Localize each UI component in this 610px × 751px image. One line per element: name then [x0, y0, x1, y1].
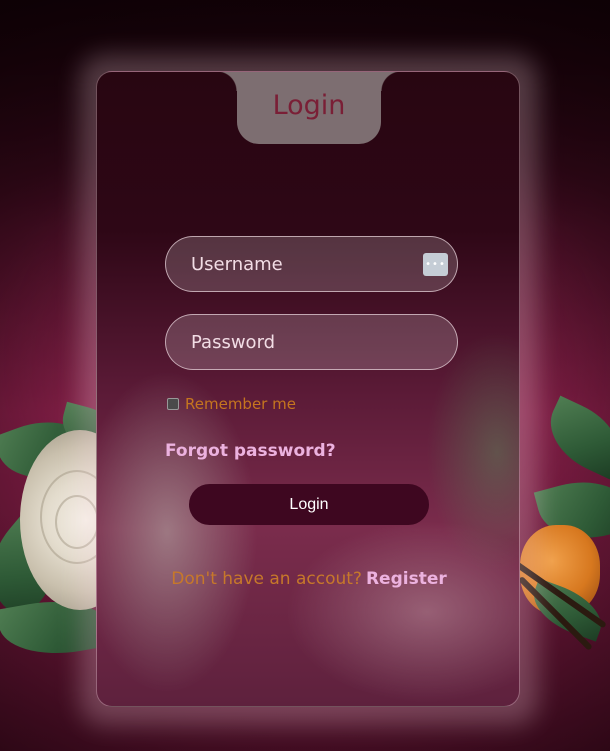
remember-checkbox[interactable] [167, 398, 179, 410]
password-input[interactable] [189, 330, 413, 354]
more-dots-icon[interactable]: ••• [423, 253, 448, 276]
register-link[interactable]: Register [366, 569, 447, 589]
remember-me[interactable]: Remember me [167, 395, 296, 413]
page-title: Login [272, 90, 346, 121]
forgot-password-link[interactable]: Forgot password? [165, 441, 336, 461]
username-input[interactable] [189, 252, 413, 276]
register-line: Don't have an accout? Register [97, 569, 519, 589]
login-card: Login ••• Remember me Forgot password? L… [96, 71, 520, 707]
login-header-tab: Login [217, 72, 401, 144]
login-button[interactable]: Login [189, 484, 429, 525]
password-field[interactable] [165, 314, 458, 370]
username-field[interactable]: ••• [165, 236, 458, 292]
register-prompt: Don't have an accout? [171, 569, 362, 589]
remember-label[interactable]: Remember me [185, 395, 296, 413]
